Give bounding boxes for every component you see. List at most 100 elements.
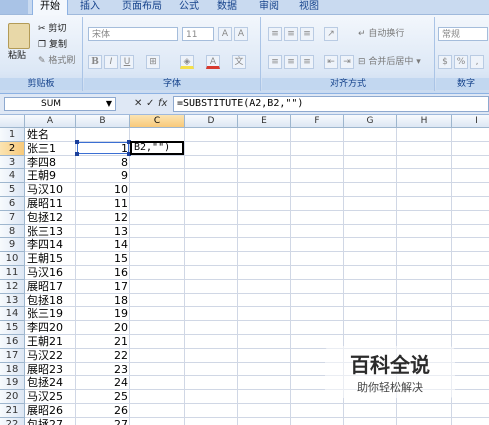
cell-a[interactable]: 李四8 [27, 156, 56, 170]
cell-b[interactable]: 19 [76, 307, 128, 321]
row-header[interactable]: 21 [0, 404, 25, 418]
row-header[interactable]: 19 [0, 376, 25, 391]
cell-a[interactable]: 包拯27 [27, 418, 63, 425]
currency-icon[interactable]: $ [438, 55, 452, 69]
cell-a[interactable]: 展昭11 [27, 197, 63, 211]
column-header-e[interactable]: E [238, 115, 291, 128]
cell-b[interactable]: 14 [76, 238, 128, 252]
cell-b[interactable]: 9 [76, 169, 128, 183]
cell-a[interactable]: 李四14 [27, 238, 63, 252]
tab-home[interactable]: 开始 [32, 0, 68, 15]
row-header[interactable]: 8 [0, 224, 25, 239]
orientation-icon[interactable]: ↗ [324, 27, 338, 41]
wrap-text-button[interactable]: ↵ 自动换行 [358, 27, 404, 41]
cell-b[interactable]: 25 [76, 390, 128, 404]
cell-b[interactable]: 21 [76, 335, 128, 349]
cell-a[interactable]: 张三1 [27, 142, 56, 156]
row-header[interactable]: 1 [0, 128, 25, 142]
cancel-icon[interactable]: ✕ [134, 97, 142, 111]
cell-b[interactable]: 24 [76, 376, 128, 390]
row-header[interactable]: 9 [0, 238, 25, 253]
underline-button[interactable]: U [120, 55, 134, 69]
comma-icon[interactable]: , [470, 55, 484, 69]
cell-a[interactable]: 姓名 [27, 128, 49, 142]
cell-b[interactable]: 13 [76, 225, 128, 239]
italic-button[interactable]: I [104, 55, 118, 69]
tab-review[interactable]: 审阅 [252, 0, 286, 14]
percent-icon[interactable]: % [454, 55, 468, 69]
column-header-c[interactable]: C [130, 115, 185, 128]
enter-icon[interactable]: ✓ [146, 97, 154, 111]
cell-b[interactable]: 22 [76, 349, 128, 363]
number-format-select[interactable]: 常规 [438, 27, 488, 41]
cell-b[interactable]: 8 [76, 156, 128, 170]
align-middle-icon[interactable]: ≡ [284, 27, 298, 41]
cell-b[interactable]: 27 [76, 418, 128, 425]
row-header[interactable]: 4 [0, 169, 25, 184]
row-header[interactable]: 7 [0, 210, 25, 225]
column-header-b[interactable]: B [76, 115, 130, 128]
column-header-h[interactable]: H [397, 115, 452, 128]
cell-b[interactable]: 17 [76, 280, 128, 294]
cell-a[interactable]: 张三19 [27, 307, 63, 321]
cell-b[interactable]: 11 [76, 197, 128, 211]
cell-a[interactable]: 包拯12 [27, 211, 63, 225]
active-cell-editor[interactable]: B2,"") [130, 141, 184, 155]
cell-b[interactable]: 18 [76, 294, 128, 308]
fill-color-button[interactable]: ◈ [180, 55, 194, 69]
grow-font-button[interactable]: A [218, 27, 232, 41]
cell-a[interactable]: 王朝21 [27, 335, 63, 349]
borders-button[interactable]: ⊞ [146, 55, 160, 69]
cell-a[interactable]: 马汉22 [27, 349, 63, 363]
cell-a[interactable]: 马汉10 [27, 183, 63, 197]
row-header[interactable]: 12 [0, 279, 25, 294]
cell-a[interactable]: 包拯24 [27, 376, 63, 390]
copy-button[interactable]: ❐ 复制 [38, 38, 67, 52]
font-size-select[interactable]: 11 [182, 27, 214, 41]
fx-icon[interactable]: fx [158, 97, 167, 111]
column-header-f[interactable]: F [291, 115, 344, 128]
font-name-select[interactable]: 宋体 [88, 27, 178, 41]
cell-b[interactable]: 10 [76, 183, 128, 197]
tab-insert[interactable]: 插入 [72, 0, 108, 14]
cell-a[interactable]: 马汉25 [27, 390, 63, 404]
cell-b[interactable]: 23 [76, 363, 128, 377]
cell-b[interactable]: 12 [76, 211, 128, 225]
row-header[interactable]: 18 [0, 362, 25, 377]
row-header[interactable]: 2 [0, 141, 25, 156]
tab-page-layout[interactable]: 页面布局 [114, 0, 170, 14]
phonetic-button[interactable]: 文 [232, 55, 246, 69]
bold-button[interactable]: B [88, 55, 102, 69]
tab-office-menu[interactable] [0, 0, 28, 14]
row-header[interactable]: 15 [0, 321, 25, 335]
column-header-g[interactable]: G [344, 115, 397, 128]
row-header[interactable]: 22 [0, 417, 25, 425]
decrease-indent-icon[interactable]: ⇤ [324, 55, 338, 69]
column-header-a[interactable]: A [25, 115, 76, 128]
shrink-font-button[interactable]: A [234, 27, 248, 41]
row-header[interactable]: 10 [0, 252, 25, 266]
column-header-d[interactable]: D [185, 115, 238, 128]
reference-handle[interactable] [75, 140, 79, 144]
align-right-icon[interactable]: ≡ [300, 55, 314, 69]
cell-a[interactable]: 王朝15 [27, 252, 63, 266]
cell-a[interactable]: 张三13 [27, 225, 63, 239]
row-header[interactable]: 5 [0, 183, 25, 197]
reference-handle[interactable] [75, 152, 79, 156]
cell-a[interactable]: 包拯18 [27, 294, 63, 308]
row-header[interactable]: 11 [0, 266, 25, 280]
tab-view[interactable]: 视图 [292, 0, 326, 14]
cut-button[interactable]: ✂ 剪切 [38, 22, 66, 36]
formula-input[interactable]: =SUBSTITUTE(A2,B2,"") [173, 96, 489, 112]
cell-b[interactable]: 26 [76, 404, 128, 418]
align-left-icon[interactable]: ≡ [268, 55, 282, 69]
tab-data[interactable]: 数据 [210, 0, 244, 14]
cell-a[interactable]: 李四20 [27, 321, 63, 335]
cell-a[interactable]: 展昭23 [27, 363, 63, 377]
paste-icon[interactable] [8, 23, 30, 49]
row-header[interactable]: 17 [0, 348, 25, 363]
cell-a[interactable]: 展昭26 [27, 404, 63, 418]
select-all-corner[interactable] [0, 115, 25, 128]
merge-center-button[interactable]: ⊟ 合并后居中 ▾ [358, 55, 421, 69]
cell-b[interactable]: 15 [76, 252, 128, 266]
